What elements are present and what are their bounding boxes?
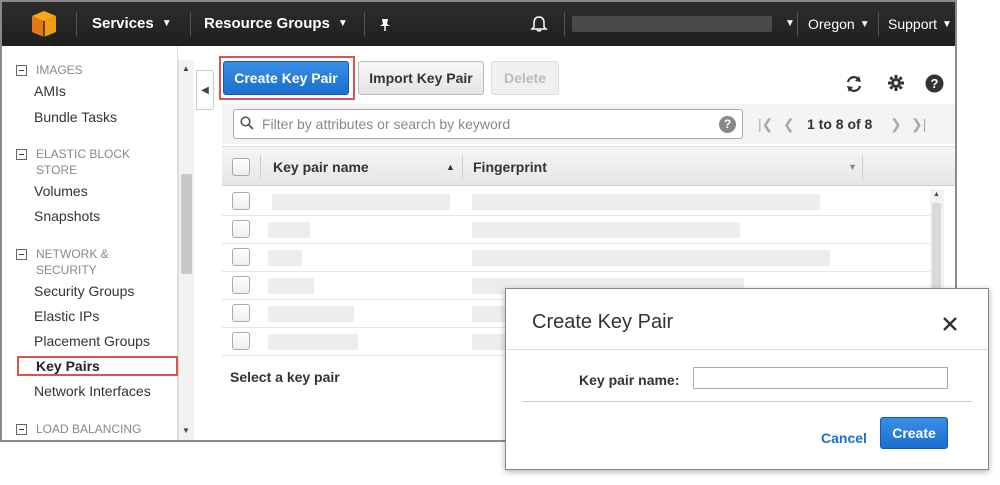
collapse-icon[interactable] <box>16 149 27 160</box>
close-icon[interactable] <box>943 311 957 337</box>
key-name-redacted <box>268 306 354 322</box>
last-page-icon[interactable]: ❯| <box>911 116 926 133</box>
col-key-pair-name[interactable]: Key pair name <box>273 147 369 187</box>
pager-text: 1 to 8 of 8 <box>807 116 873 132</box>
collapse-icon[interactable] <box>16 424 27 435</box>
collapse-icon[interactable] <box>16 249 27 260</box>
sidebar-section-images[interactable]: IMAGES <box>16 62 83 78</box>
sidebar-item-amis[interactable]: AMIs <box>34 83 66 99</box>
first-page-icon[interactable]: |❮ <box>758 116 773 133</box>
account-menu[interactable] <box>572 16 772 32</box>
create-key-pair-dialog: Create Key Pair Key pair name: Cancel Cr… <box>505 288 989 470</box>
help-icon[interactable]: ? <box>925 74 944 98</box>
sidebar-item-volumes[interactable]: Volumes <box>34 183 88 199</box>
sort-asc-icon[interactable]: ▲ <box>446 147 455 187</box>
region-menu[interactable]: Oregon ▼ <box>808 2 870 46</box>
scroll-down-icon[interactable]: ▼ <box>182 426 190 435</box>
region-label: Oregon <box>808 16 855 32</box>
filter-placeholder: Filter by attributes or search by keywor… <box>262 116 511 132</box>
create-key-pair-button[interactable]: Create Key Pair <box>223 61 349 95</box>
sidebar-item-security-groups[interactable]: Security Groups <box>34 283 134 299</box>
scroll-up-icon[interactable]: ▲ <box>182 64 190 73</box>
sidebar-section-ebs[interactable]: ELASTIC BLOCK STORE <box>16 146 130 177</box>
row-checkbox[interactable] <box>232 276 250 294</box>
fingerprint-redacted <box>472 222 740 238</box>
table-header: Key pair name ▲ Fingerprint ▼ <box>222 146 955 187</box>
sidebar: IMAGES AMIs Bundle Tasks ELASTIC BLOCK S… <box>2 46 178 440</box>
sort-icon[interactable]: ▼ <box>848 147 857 187</box>
row-checkbox[interactable] <box>232 248 250 266</box>
key-name-redacted <box>268 250 302 266</box>
support-label: Support <box>888 16 938 32</box>
sidebar-item-network-interfaces[interactable]: Network Interfaces <box>34 383 151 399</box>
cancel-link[interactable]: Cancel <box>821 430 867 446</box>
aws-cube-logo[interactable] <box>24 9 64 39</box>
select-all-checkbox[interactable] <box>232 158 250 176</box>
selection-status: Select a key pair <box>230 369 340 385</box>
fingerprint-redacted <box>472 250 830 266</box>
delete-button[interactable]: Delete <box>491 61 559 95</box>
chevron-down-icon: ▼ <box>337 18 348 30</box>
sidebar-item-snapshots[interactable]: Snapshots <box>34 208 100 224</box>
filter-bar: Filter by attributes or search by keywor… <box>222 104 955 144</box>
key-name-redacted <box>268 334 358 350</box>
table-row[interactable] <box>222 244 944 272</box>
services-menu[interactable]: Services ▼ <box>92 2 172 46</box>
account-chevron[interactable]: ▼ <box>777 2 795 46</box>
row-checkbox[interactable] <box>232 220 250 238</box>
support-menu[interactable]: Support ▼ <box>888 2 952 46</box>
row-checkbox[interactable] <box>232 192 250 210</box>
sidebar-item-key-pairs[interactable]: Key Pairs <box>17 356 178 376</box>
sidebar-section-load-balancing[interactable]: LOAD BALANCING <box>16 421 141 437</box>
key-name-redacted <box>268 278 314 294</box>
collapse-sidebar-button[interactable]: ◀ <box>196 70 214 110</box>
table-row[interactable] <box>222 188 944 216</box>
svg-text:?: ? <box>931 76 939 91</box>
table-row[interactable] <box>222 216 944 244</box>
gear-icon[interactable] <box>887 74 905 97</box>
sidebar-item-elastic-ips[interactable]: Elastic IPs <box>34 308 99 324</box>
prev-page-icon[interactable]: ❮ <box>783 116 795 133</box>
sidebar-item-bundle-tasks[interactable]: Bundle Tasks <box>34 109 117 125</box>
key-pair-name-input[interactable] <box>693 367 948 389</box>
filter-input[interactable]: Filter by attributes or search by keywor… <box>233 109 743 139</box>
chevron-down-icon: ▼ <box>785 18 795 30</box>
sidebar-scrollbar[interactable]: ▲ ▼ <box>178 60 194 440</box>
import-key-pair-button[interactable]: Import Key Pair <box>358 61 484 95</box>
chevron-down-icon: ▼ <box>942 19 952 31</box>
refresh-icon[interactable] <box>844 74 864 99</box>
key-name-redacted <box>268 222 310 238</box>
top-nav: Services ▼ Resource Groups ▼ ▼ Oregon ▼ Sup… <box>2 2 955 46</box>
row-checkbox[interactable] <box>232 304 250 322</box>
resource-groups-label: Resource Groups <box>204 15 330 32</box>
sidebar-item-placement-groups[interactable]: Placement Groups <box>34 333 150 349</box>
col-fingerprint[interactable]: Fingerprint <box>473 147 547 187</box>
pin-icon[interactable] <box>379 2 391 46</box>
sidebar-scroll-thumb[interactable] <box>181 174 192 274</box>
create-button[interactable]: Create <box>880 417 948 449</box>
search-icon <box>240 116 254 130</box>
key-name-redacted <box>272 194 450 210</box>
resource-groups-menu[interactable]: Resource Groups ▼ <box>204 2 348 46</box>
collapse-icon[interactable] <box>16 65 27 76</box>
chevron-left-icon: ◀ <box>201 85 209 96</box>
row-checkbox[interactable] <box>232 332 250 350</box>
scroll-up-icon[interactable]: ▲ <box>933 191 940 198</box>
services-label: Services <box>92 15 154 32</box>
chevron-down-icon: ▼ <box>161 18 172 30</box>
sidebar-section-network-security[interactable]: NETWORK & SECURITY <box>16 246 109 277</box>
filter-help-icon[interactable]: ? <box>719 116 736 133</box>
fingerprint-redacted <box>472 194 820 210</box>
key-pair-name-label: Key pair name: <box>579 372 680 388</box>
bell-icon[interactable] <box>530 2 548 46</box>
dialog-title: Create Key Pair <box>532 311 674 333</box>
next-page-icon[interactable]: ❯ <box>890 116 902 133</box>
chevron-down-icon: ▼ <box>859 19 870 31</box>
